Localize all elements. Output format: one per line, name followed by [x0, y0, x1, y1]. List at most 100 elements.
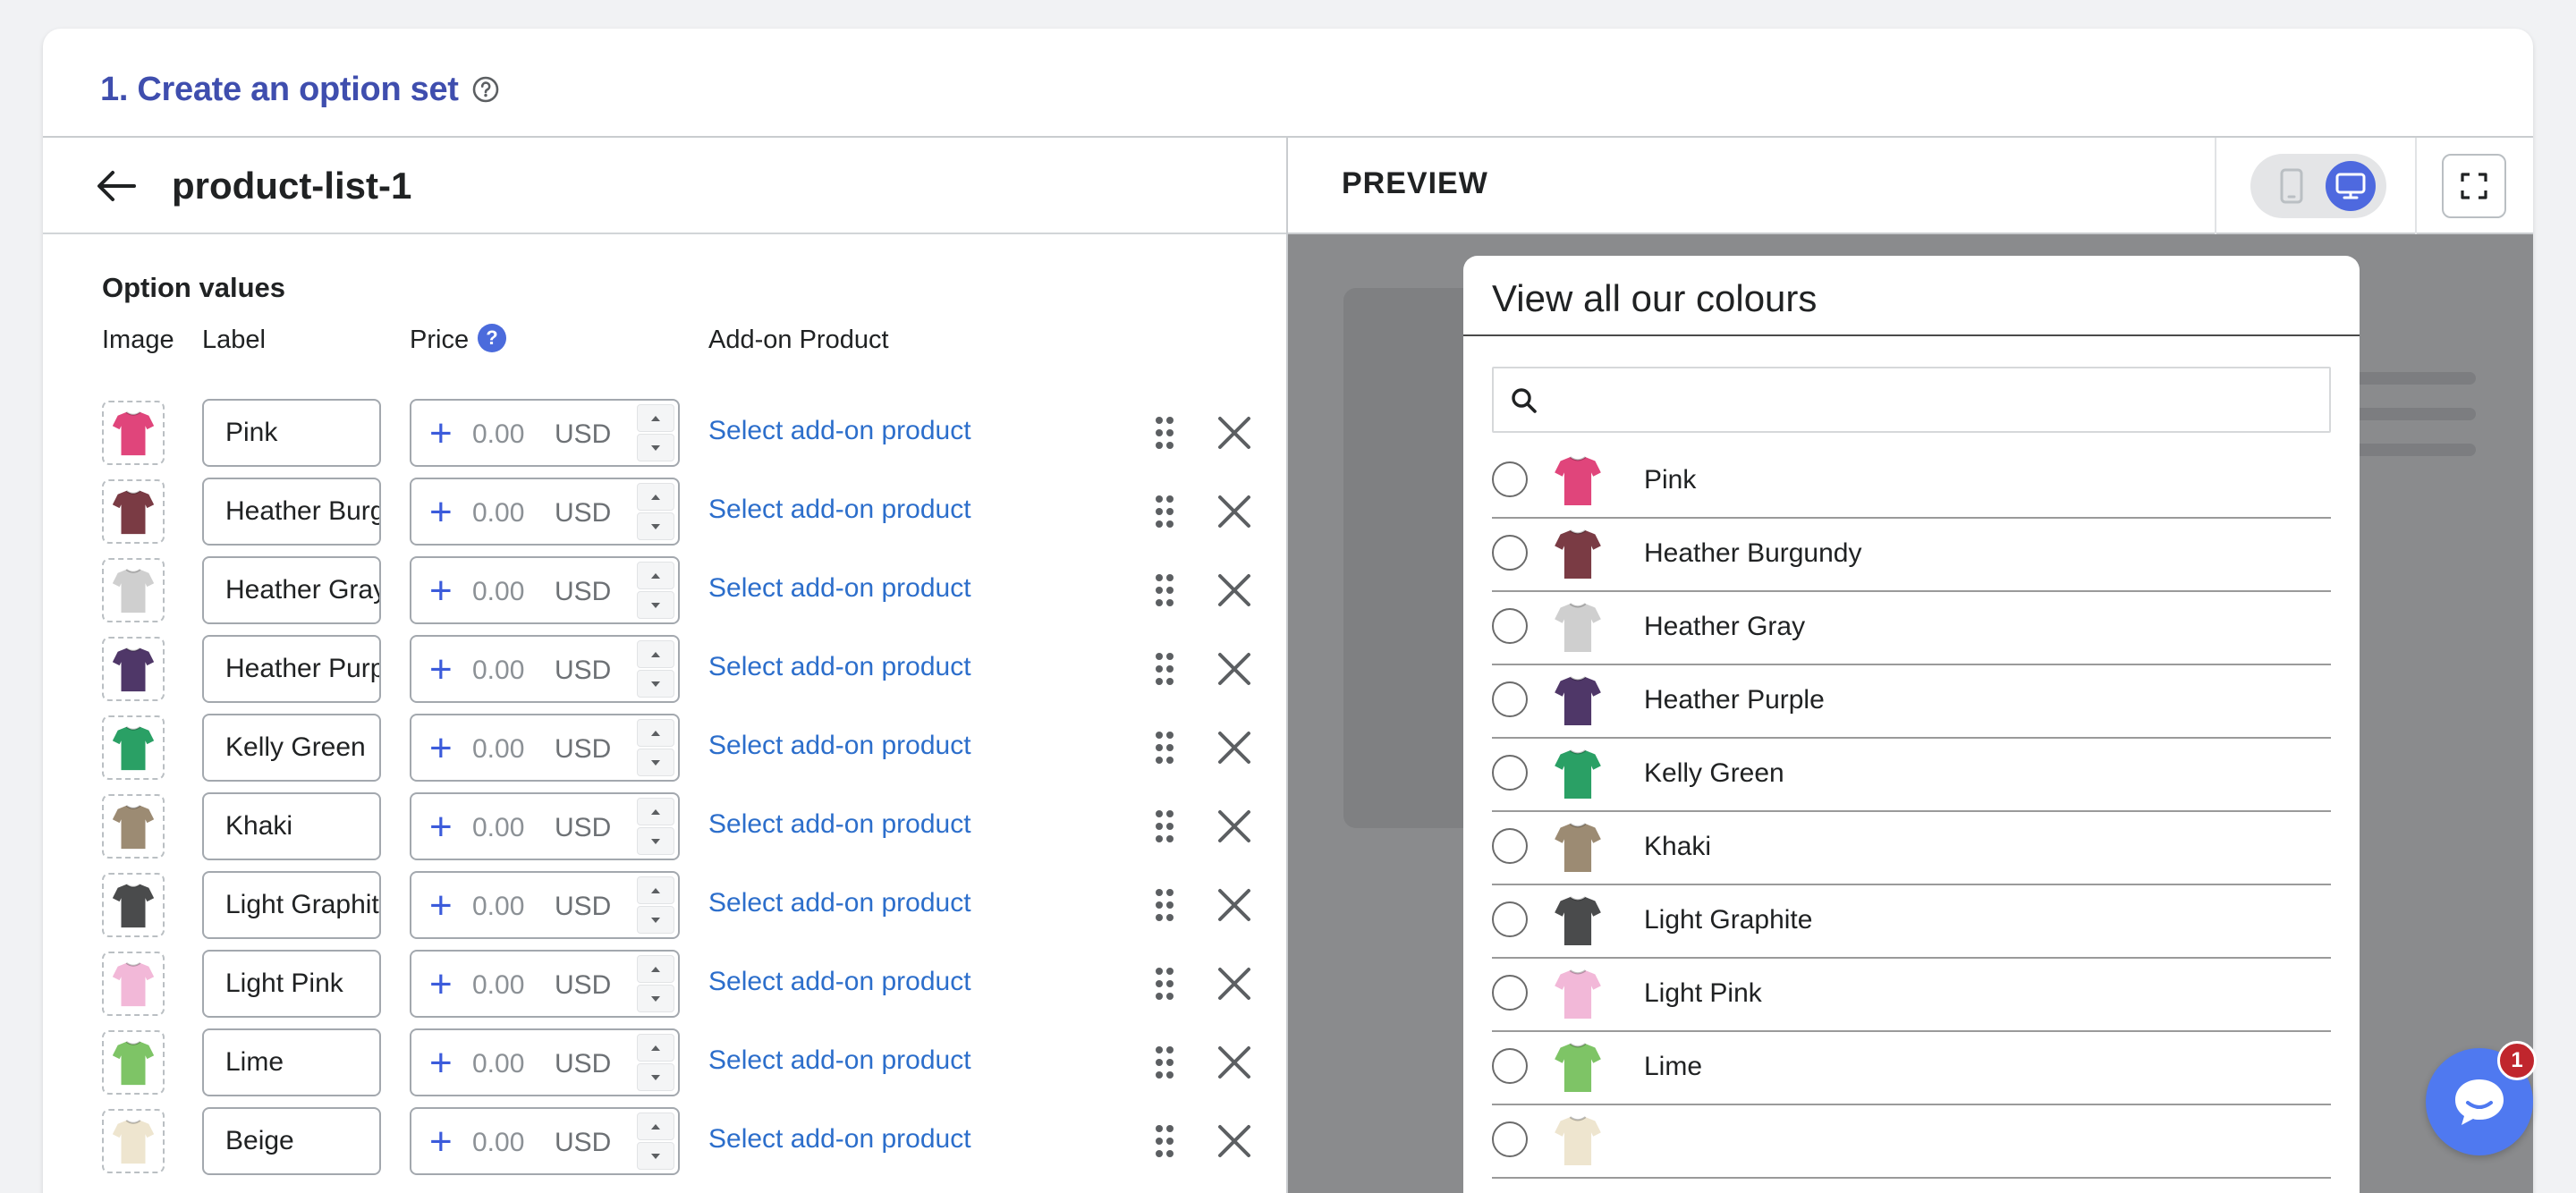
option-price-input[interactable]: +0.00 USD	[410, 950, 680, 1018]
stepper-down[interactable]	[637, 1063, 674, 1091]
option-image-upload[interactable]	[102, 715, 165, 780]
price-stepper[interactable]	[637, 562, 674, 619]
stepper-up[interactable]	[637, 798, 674, 825]
option-price-input[interactable]: +0.00 USD	[410, 1107, 680, 1175]
select-addon-link[interactable]: Select add-on product	[708, 649, 971, 685]
price-stepper[interactable]	[637, 955, 674, 1012]
drag-handle-icon[interactable]	[1147, 1121, 1182, 1161]
price-stepper[interactable]	[637, 640, 674, 698]
option-image-upload[interactable]	[102, 952, 165, 1016]
drag-handle-icon[interactable]	[1147, 571, 1182, 610]
option-price-input[interactable]: +0.00 USD	[410, 714, 680, 782]
desktop-view-button[interactable]	[2326, 161, 2376, 211]
close-icon[interactable]	[1215, 807, 1254, 846]
option-label-input[interactable]: Khaki	[202, 792, 381, 860]
stepper-up[interactable]	[637, 483, 674, 511]
option-image-upload[interactable]	[102, 1030, 165, 1095]
price-stepper[interactable]	[637, 1034, 674, 1091]
option-price-input[interactable]: +0.00 USD	[410, 478, 680, 546]
option-image-upload[interactable]	[102, 1109, 165, 1173]
colour-option-radio[interactable]	[1492, 901, 1528, 937]
option-price-input[interactable]: +0.00 USD	[410, 556, 680, 624]
stepper-down[interactable]	[637, 670, 674, 698]
drag-handle-icon[interactable]	[1147, 413, 1182, 453]
colour-option[interactable]: Light Pink	[1492, 959, 2331, 1032]
option-price-input[interactable]: +0.00 USD	[410, 399, 680, 467]
colour-option-radio[interactable]	[1492, 1121, 1528, 1157]
select-addon-link[interactable]: Select add-on product	[708, 571, 971, 606]
option-label-input[interactable]: Pink	[202, 399, 381, 467]
price-stepper[interactable]	[637, 404, 674, 461]
colour-option[interactable]: Heather Purple	[1492, 665, 2331, 739]
colour-option-radio[interactable]	[1492, 755, 1528, 791]
mobile-view-button[interactable]	[2272, 166, 2311, 206]
stepper-down[interactable]	[637, 749, 674, 776]
drag-handle-icon[interactable]	[1147, 807, 1182, 846]
stepper-down[interactable]	[637, 1142, 674, 1170]
option-price-input[interactable]: +0.00 USD	[410, 635, 680, 703]
select-addon-link[interactable]: Select add-on product	[708, 492, 971, 528]
option-image-upload[interactable]	[102, 794, 165, 859]
option-image-upload[interactable]	[102, 479, 165, 544]
close-icon[interactable]	[1215, 728, 1254, 767]
close-icon[interactable]	[1215, 649, 1254, 689]
colour-option[interactable]: Khaki	[1492, 812, 2331, 885]
colour-option[interactable]	[1492, 1105, 2331, 1179]
option-label-input[interactable]: Lime	[202, 1028, 381, 1096]
colour-option-radio[interactable]	[1492, 1048, 1528, 1084]
fullscreen-button[interactable]	[2442, 154, 2506, 218]
drag-handle-icon[interactable]	[1147, 649, 1182, 689]
option-image-upload[interactable]	[102, 637, 165, 701]
colour-option[interactable]: Kelly Green	[1492, 739, 2331, 812]
stepper-down[interactable]	[637, 512, 674, 540]
colour-option-radio[interactable]	[1492, 608, 1528, 644]
option-price-input[interactable]: +0.00 USD	[410, 871, 680, 939]
close-icon[interactable]	[1215, 413, 1254, 453]
stepper-up[interactable]	[637, 1034, 674, 1062]
select-addon-link[interactable]: Select add-on product	[708, 964, 971, 1000]
stepper-down[interactable]	[637, 906, 674, 934]
option-label-input[interactable]: Heather Burgundy	[202, 478, 381, 546]
select-addon-link[interactable]: Select add-on product	[708, 1043, 971, 1079]
drag-handle-icon[interactable]	[1147, 1043, 1182, 1082]
option-label-input[interactable]: Light Graphite	[202, 871, 381, 939]
option-label-input[interactable]: Heather Gray	[202, 556, 381, 624]
select-addon-link[interactable]: Select add-on product	[708, 728, 971, 764]
close-icon[interactable]	[1215, 964, 1254, 1003]
price-stepper[interactable]	[637, 719, 674, 776]
stepper-down[interactable]	[637, 985, 674, 1012]
close-icon[interactable]	[1215, 1043, 1254, 1082]
option-label-input[interactable]: Heather Purple	[202, 635, 381, 703]
stepper-down[interactable]	[637, 434, 674, 461]
colour-option-radio[interactable]	[1492, 461, 1528, 497]
colour-option-radio[interactable]	[1492, 975, 1528, 1011]
close-icon[interactable]	[1215, 571, 1254, 610]
drag-handle-icon[interactable]	[1147, 964, 1182, 1003]
close-icon[interactable]	[1215, 492, 1254, 531]
colour-option-radio[interactable]	[1492, 535, 1528, 571]
drag-handle-icon[interactable]	[1147, 492, 1182, 531]
stepper-up[interactable]	[637, 562, 674, 589]
colour-option-radio[interactable]	[1492, 681, 1528, 717]
colour-option[interactable]: Pink	[1492, 445, 2331, 519]
stepper-up[interactable]	[637, 640, 674, 668]
stepper-up[interactable]	[637, 404, 674, 432]
stepper-up[interactable]	[637, 1113, 674, 1140]
price-stepper[interactable]	[637, 483, 674, 540]
option-price-input[interactable]: +0.00 USD	[410, 1028, 680, 1096]
option-label-input[interactable]: Beige	[202, 1107, 381, 1175]
price-stepper[interactable]	[637, 1113, 674, 1170]
option-image-upload[interactable]	[102, 558, 165, 622]
stepper-up[interactable]	[637, 955, 674, 983]
colour-option[interactable]: Lime	[1492, 1032, 2331, 1105]
close-icon[interactable]	[1215, 885, 1254, 925]
option-image-upload[interactable]	[102, 873, 165, 937]
option-image-upload[interactable]	[102, 401, 165, 465]
colour-option[interactable]: Light Graphite	[1492, 885, 2331, 959]
chat-widget[interactable]: 1	[2426, 1041, 2556, 1161]
stepper-up[interactable]	[637, 876, 674, 904]
select-addon-link[interactable]: Select add-on product	[708, 1121, 971, 1157]
option-label-input[interactable]: Light Pink	[202, 950, 381, 1018]
colour-option-radio[interactable]	[1492, 828, 1528, 864]
back-button[interactable]	[95, 165, 138, 207]
